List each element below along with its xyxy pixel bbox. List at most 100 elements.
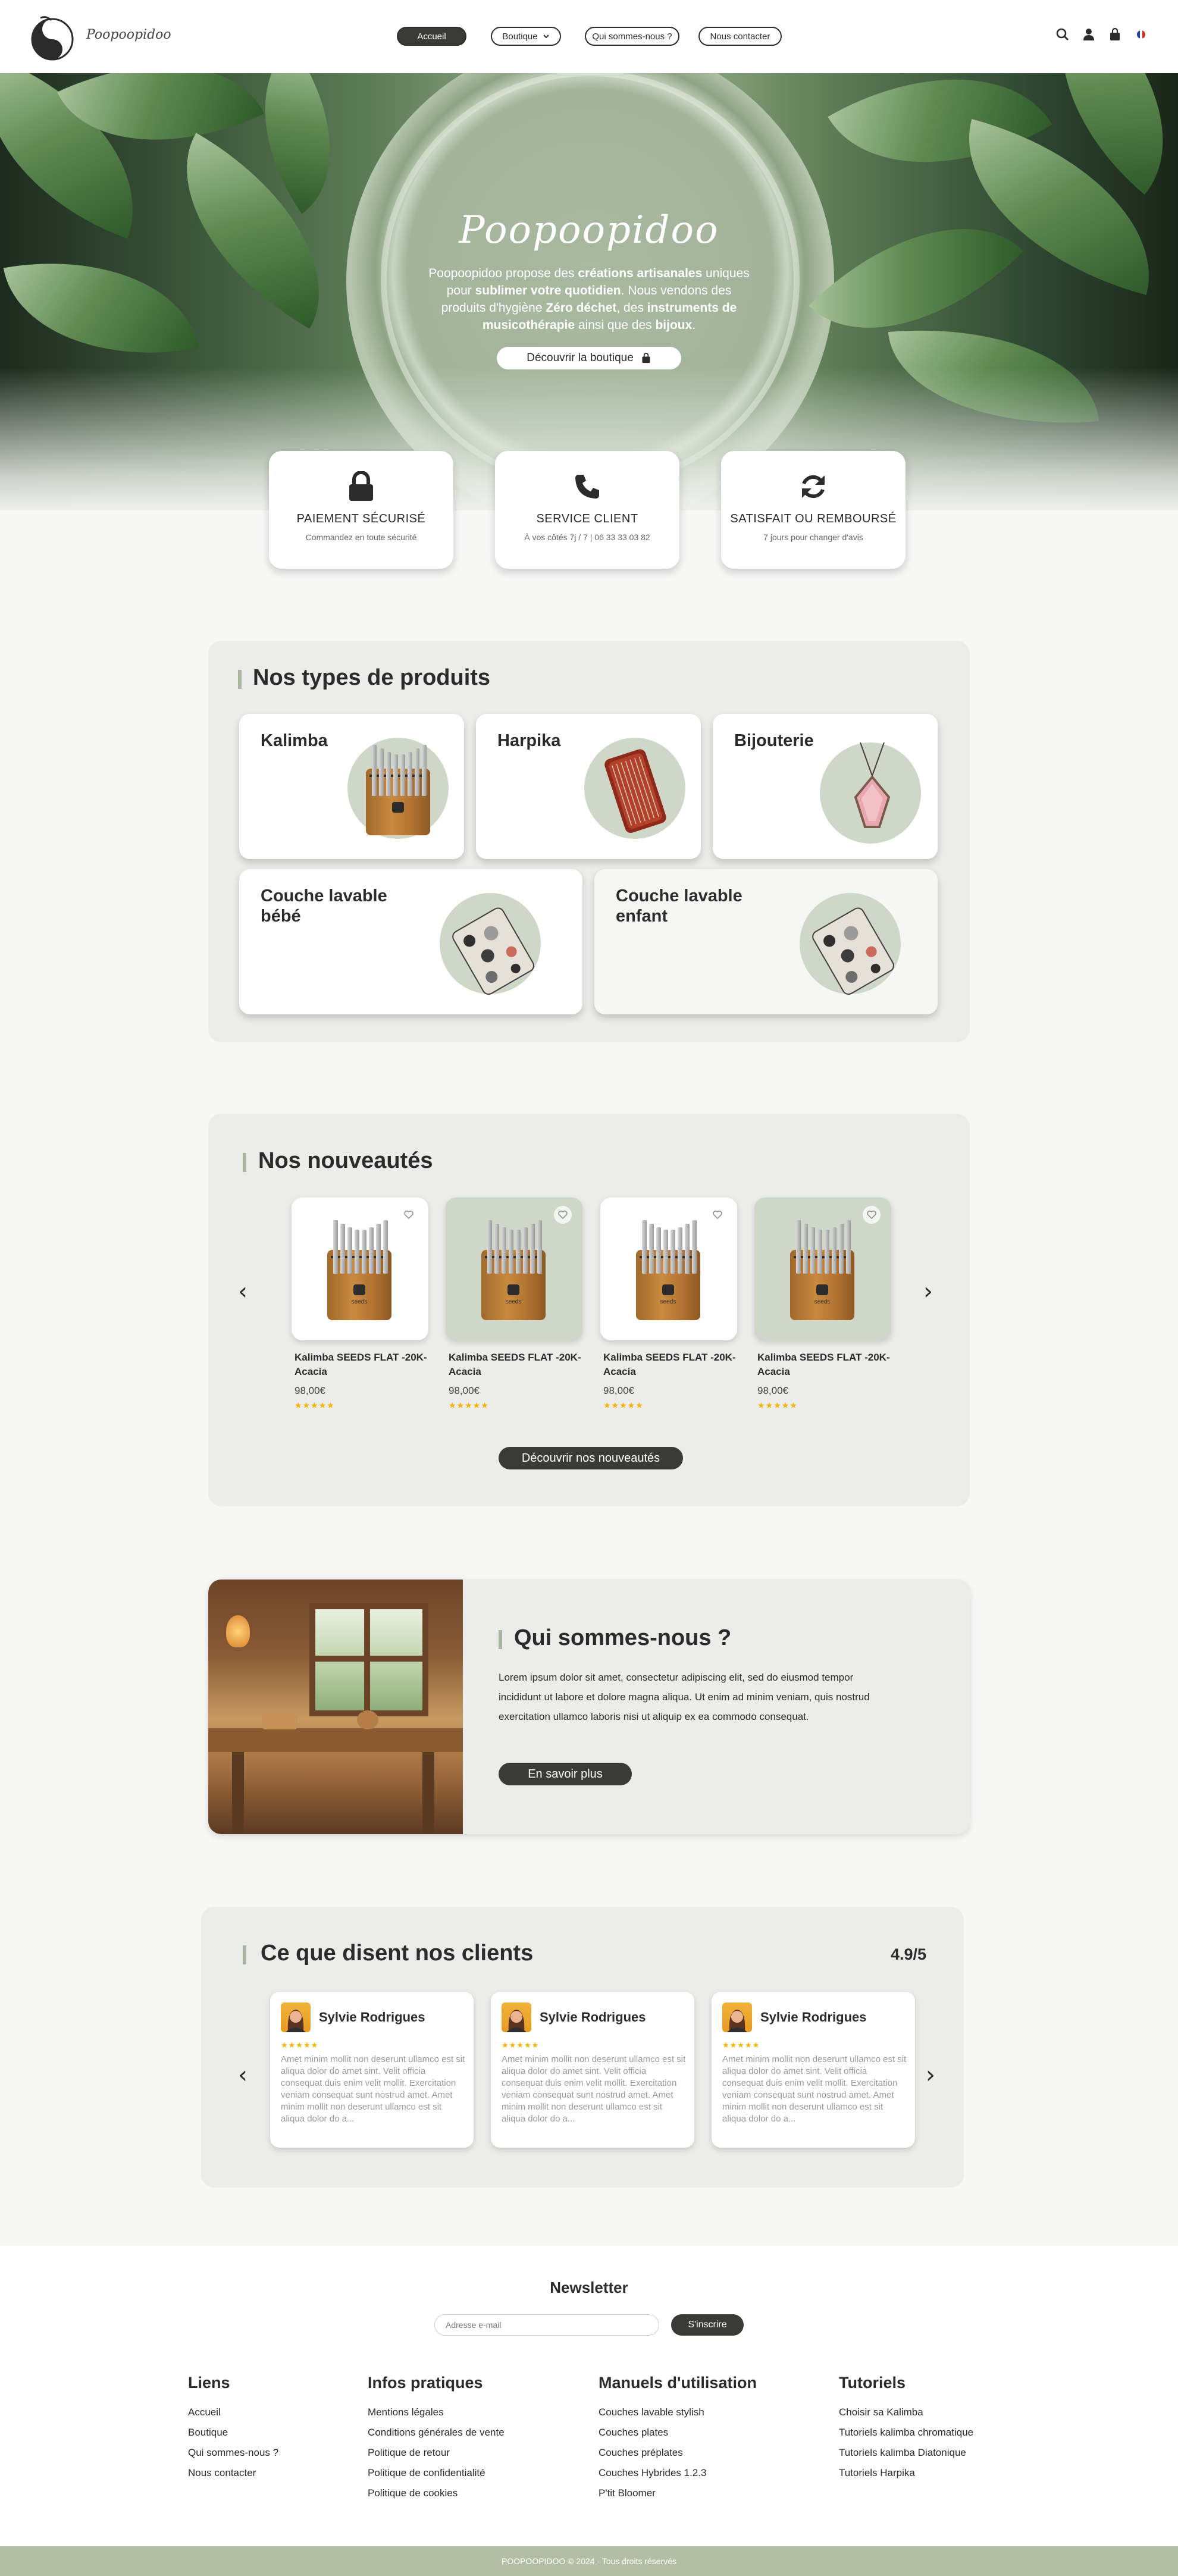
product-type-harpika[interactable]: Harpika bbox=[476, 714, 701, 859]
flag-fr-icon[interactable] bbox=[1133, 26, 1149, 43]
product-type-label: Kalimba bbox=[261, 731, 328, 750]
footer-link[interactable]: Accueil bbox=[188, 2406, 221, 2418]
product-name[interactable]: Kalimba SEEDS FLAT -20K- Acacia bbox=[294, 1350, 431, 1379]
feature-title: SERVICE CLIENT bbox=[536, 512, 638, 525]
product-image: seeds bbox=[636, 1220, 700, 1321]
newsletter-email-input[interactable] bbox=[434, 2314, 659, 2336]
hero-desc-bold: bijoux bbox=[655, 318, 693, 332]
lock-icon bbox=[343, 469, 379, 504]
footer-link[interactable]: Tutoriels kalimba Diatonique bbox=[839, 2447, 966, 2459]
footer-link[interactable]: Couches préplates bbox=[599, 2447, 683, 2459]
subscribe-button[interactable]: S'inscrire bbox=[671, 2314, 744, 2336]
reviews-title: Ce que disent nos clients bbox=[261, 1941, 534, 1966]
bag-icon bbox=[642, 353, 650, 363]
reviews-prev-arrow[interactable]: ‹ bbox=[238, 2061, 247, 2089]
product-type-label: Bijouterie bbox=[734, 731, 814, 750]
product-name[interactable]: Kalimba SEEDS FLAT -20K- Acacia bbox=[449, 1350, 585, 1379]
product-type-label: Couche lavable enfant bbox=[616, 886, 742, 926]
bag-icon[interactable] bbox=[1107, 26, 1123, 43]
footer-column-title: Tutoriels bbox=[839, 2374, 906, 2392]
hero-desc-bold: créations artisanales bbox=[578, 267, 703, 280]
nav-qui-sommes-nous[interactable]: Qui sommes-nous ? bbox=[585, 27, 679, 46]
reviewer-name: Sylvie Rodrigues bbox=[319, 2010, 425, 2025]
chevron-down-icon bbox=[543, 35, 549, 39]
leaf-decoration bbox=[3, 237, 199, 380]
site-footer: Newsletter S'inscrire Liens Accueil Boutiq… bbox=[0, 2246, 1178, 2546]
couche-image bbox=[812, 907, 895, 995]
couche-image bbox=[452, 907, 535, 995]
product-card[interactable]: seeds bbox=[446, 1198, 582, 1340]
product-price: 98,00€ bbox=[603, 1385, 634, 1396]
footer-link[interactable]: Mentions légales bbox=[368, 2406, 444, 2418]
avatar bbox=[502, 2002, 531, 2032]
about-text: Lorem ipsum dolor sit amet, consectetur … bbox=[499, 1672, 870, 1722]
learn-more-button[interactable]: En savoir plus bbox=[499, 1763, 632, 1785]
footer-link[interactable]: Tutoriels kalimba chromatique bbox=[839, 2427, 973, 2439]
section-accent-bar bbox=[238, 670, 242, 689]
footer-link[interactable]: Couches lavable stylish bbox=[599, 2406, 704, 2418]
reviews-next-arrow[interactable]: › bbox=[926, 2061, 935, 2089]
hero-desc-text: . bbox=[692, 318, 696, 332]
product-card[interactable]: seeds bbox=[754, 1198, 891, 1340]
nav-contact[interactable]: Nous contacter bbox=[698, 27, 782, 46]
pendant-image bbox=[854, 742, 891, 828]
footer-link[interactable]: Qui sommes-nous ? bbox=[188, 2447, 278, 2459]
footer-link[interactable]: P'tit Bloomer bbox=[599, 2487, 656, 2499]
footer-column-title: Manuels d'utilisation bbox=[599, 2374, 757, 2392]
logo-icon[interactable] bbox=[29, 14, 76, 62]
refresh-icon bbox=[795, 469, 831, 504]
product-type-bijouterie[interactable]: Bijouterie bbox=[713, 714, 938, 859]
footer-link[interactable]: Nous contacter bbox=[188, 2467, 256, 2479]
footer-link[interactable]: Couches Hybrides 1.2.3 bbox=[599, 2467, 706, 2479]
nav-boutique[interactable]: Boutique bbox=[491, 27, 561, 46]
footer-link[interactable]: Politique de retour bbox=[368, 2447, 450, 2459]
footer-column-title: Liens bbox=[188, 2374, 230, 2392]
footer-link[interactable]: Choisir sa Kalimba bbox=[839, 2406, 923, 2418]
heart-icon[interactable] bbox=[554, 1206, 572, 1224]
copyright-bar: POOPOOPIDOO © 2024 - Tous droits réservé… bbox=[0, 2546, 1178, 2576]
section-accent-bar bbox=[243, 1153, 246, 1172]
product-rating-stars: ★★★★★ bbox=[449, 1400, 489, 1410]
hero-title: Poopoopidoo bbox=[459, 208, 719, 252]
product-rating-stars: ★★★★★ bbox=[757, 1400, 798, 1410]
feature-customer-service: SERVICE CLIENT À vos côtés 7j / 7 | 06 3… bbox=[495, 451, 679, 569]
product-type-label: Couche lavable bébé bbox=[261, 886, 387, 926]
heart-icon[interactable] bbox=[863, 1206, 881, 1224]
product-type-couche-enfant[interactable]: Couche lavable enfant bbox=[594, 869, 938, 1014]
product-card[interactable]: seeds bbox=[292, 1198, 428, 1340]
discover-novelties-button[interactable]: Découvrir nos nouveautés bbox=[499, 1447, 683, 1469]
carousel-next-arrow[interactable]: › bbox=[923, 1278, 933, 1305]
discover-shop-button[interactable]: Découvrir la boutique bbox=[497, 347, 681, 369]
hero-desc-bold: Zéro déchet bbox=[546, 301, 617, 315]
search-icon[interactable] bbox=[1054, 26, 1071, 43]
footer-link[interactable]: Conditions générales de vente bbox=[368, 2427, 505, 2439]
nav-accueil[interactable]: Accueil bbox=[397, 27, 466, 46]
user-icon[interactable] bbox=[1080, 26, 1097, 43]
product-type-kalimba[interactable]: Kalimba bbox=[239, 714, 464, 859]
hero-desc-bold: sublimer votre quotidien bbox=[475, 284, 621, 297]
review-rating-stars: ★★★★★ bbox=[722, 2041, 760, 2049]
footer-link[interactable]: Tutoriels Harpika bbox=[839, 2467, 915, 2479]
carousel-prev-arrow[interactable]: ‹ bbox=[238, 1278, 247, 1305]
product-type-couche-bebe[interactable]: Couche lavable bébé bbox=[239, 869, 582, 1014]
review-rating-stars: ★★★★★ bbox=[281, 2041, 319, 2049]
logo-text[interactable]: Poopoopidoo bbox=[86, 27, 171, 42]
footer-link[interactable]: Politique de cookies bbox=[368, 2487, 458, 2499]
newsletter-title: Newsletter bbox=[550, 2279, 628, 2296]
copyright-text: POOPOOPIDOO © 2024 - Tous droits réservé… bbox=[501, 2556, 677, 2566]
product-types-title: Nos types de produits bbox=[253, 665, 491, 690]
discover-shop-label: Découvrir la boutique bbox=[527, 352, 634, 364]
footer-link[interactable]: Boutique bbox=[188, 2427, 228, 2439]
reviewer-name: Sylvie Rodrigues bbox=[540, 2010, 646, 2025]
product-name[interactable]: Kalimba SEEDS FLAT -20K- Acacia bbox=[757, 1350, 894, 1379]
hero-description: Poopoopidoo propose des créations artisa… bbox=[428, 265, 750, 334]
footer-link[interactable]: Couches plates bbox=[599, 2427, 668, 2439]
product-image: seeds bbox=[790, 1220, 854, 1321]
heart-icon[interactable] bbox=[709, 1206, 726, 1224]
reviewer-name: Sylvie Rodrigues bbox=[760, 2010, 867, 2025]
product-card[interactable]: seeds bbox=[600, 1198, 737, 1340]
product-name[interactable]: Kalimba SEEDS FLAT -20K- Acacia bbox=[603, 1350, 740, 1379]
heart-icon[interactable] bbox=[400, 1206, 418, 1224]
footer-link[interactable]: Politique de confidentialité bbox=[368, 2467, 485, 2479]
hero-desc-text: ainsi que des bbox=[575, 318, 656, 332]
